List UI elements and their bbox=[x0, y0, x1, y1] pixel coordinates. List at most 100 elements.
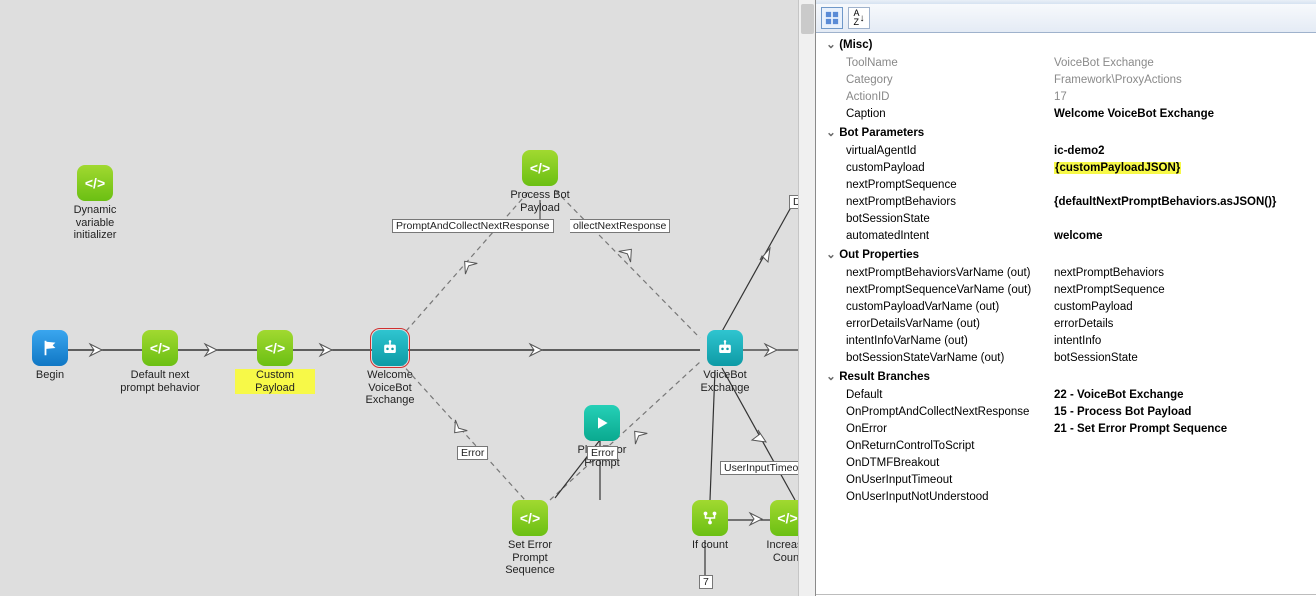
node-label: Dynamic variable initializer bbox=[55, 204, 135, 242]
property-value[interactable]: 22 - VoiceBot Exchange bbox=[1050, 387, 1314, 402]
property-row[interactable]: customPayload{customPayloadJSON} bbox=[818, 160, 1314, 175]
property-row[interactable]: customPayloadVarName (out)customPayload bbox=[818, 299, 1314, 314]
node-label: Process Bot Payload bbox=[500, 189, 580, 214]
property-key: errorDetailsVarName (out) bbox=[818, 316, 1048, 331]
node-label: Welcome VoiceBot Exchange bbox=[350, 369, 430, 407]
canvas-scrollbar[interactable] bbox=[798, 0, 815, 596]
property-row[interactable]: OnUserInputTimeout bbox=[818, 472, 1314, 487]
property-row[interactable]: CategoryFramework\ProxyActions bbox=[818, 72, 1314, 87]
property-row[interactable]: OnReturnControlToScript bbox=[818, 438, 1314, 453]
property-row[interactable]: OnUserInputNotUnderstood bbox=[818, 489, 1314, 504]
property-key: OnUserInputNotUnderstood bbox=[818, 489, 1048, 504]
bot-icon bbox=[707, 330, 743, 366]
node-label: Default next prompt behavior bbox=[120, 369, 200, 394]
scrollbar-thumb[interactable] bbox=[801, 4, 814, 34]
sort-categorized-button[interactable] bbox=[821, 7, 843, 29]
edge-label-error-2: Error bbox=[587, 446, 618, 460]
property-value[interactable] bbox=[1050, 489, 1314, 504]
property-key: OnPromptAndCollectNextResponse bbox=[818, 404, 1048, 419]
property-key: OnUserInputTimeout bbox=[818, 472, 1048, 487]
property-row[interactable]: OnError21 - Set Error Prompt Sequence bbox=[818, 421, 1314, 436]
property-key: OnReturnControlToScript bbox=[818, 438, 1048, 453]
property-row[interactable]: intentInfoVarName (out)intentInfo bbox=[818, 333, 1314, 348]
property-group-header[interactable]: ⌄ Out Properties bbox=[818, 245, 1314, 263]
property-row[interactable]: CaptionWelcome VoiceBot Exchange bbox=[818, 106, 1314, 121]
property-row[interactable]: botSessionState bbox=[818, 211, 1314, 226]
property-value[interactable]: botSessionState bbox=[1050, 350, 1314, 365]
property-key: nextPromptSequenceVarName (out) bbox=[818, 282, 1048, 297]
property-key: botSessionStateVarName (out) bbox=[818, 350, 1048, 365]
node-begin[interactable]: Begin bbox=[10, 330, 90, 382]
property-value[interactable]: VoiceBot Exchange bbox=[1050, 55, 1314, 70]
property-row[interactable]: Default22 - VoiceBot Exchange bbox=[818, 387, 1314, 402]
properties-panel: AZ↓ ⌄ (Misc) ToolNameVoiceBot Exchange Cat… bbox=[815, 0, 1316, 596]
property-key: customPayload bbox=[818, 160, 1048, 175]
node-default-next-prompt-behavior[interactable]: </> Default next prompt behavior bbox=[120, 330, 200, 394]
property-value[interactable]: errorDetails bbox=[1050, 316, 1314, 331]
property-value[interactable]: Framework\ProxyActions bbox=[1050, 72, 1314, 87]
property-row[interactable]: nextPromptSequenceVarName (out)nextPromp… bbox=[818, 282, 1314, 297]
property-row[interactable]: virtualAgentIdic-demo2 bbox=[818, 143, 1314, 158]
node-label: Custom Payload bbox=[235, 369, 315, 394]
property-value[interactable] bbox=[1050, 438, 1314, 453]
property-value[interactable] bbox=[1050, 455, 1314, 470]
play-icon bbox=[584, 405, 620, 441]
node-label: VoiceBot Exchange bbox=[685, 369, 765, 394]
property-row[interactable]: ToolNameVoiceBot Exchange bbox=[818, 55, 1314, 70]
node-welcome-voicebot-exchange[interactable]: Welcome VoiceBot Exchange bbox=[350, 330, 430, 407]
code-icon: </> bbox=[142, 330, 178, 366]
property-row[interactable]: nextPromptSequence bbox=[818, 177, 1314, 192]
property-row[interactable]: OnDTMFBreakout bbox=[818, 455, 1314, 470]
chevron-down-icon: ⌄ bbox=[826, 247, 836, 261]
node-set-error-prompt-sequence[interactable]: </> Set Error Prompt Sequence bbox=[490, 500, 570, 577]
node-label: Set Error Prompt Sequence bbox=[490, 539, 570, 577]
property-value[interactable]: 15 - Process Bot Payload bbox=[1050, 404, 1314, 419]
property-row[interactable]: OnPromptAndCollectNextResponse15 - Proce… bbox=[818, 404, 1314, 419]
property-value[interactable] bbox=[1050, 177, 1314, 192]
chevron-down-icon: ⌄ bbox=[826, 369, 836, 383]
node-process-bot-payload[interactable]: </> Process Bot Payload bbox=[500, 150, 580, 214]
flow-canvas[interactable]: Begin </> Dynamic variable initializer <… bbox=[0, 0, 815, 596]
property-value[interactable]: nextPromptBehaviors bbox=[1050, 265, 1314, 280]
chevron-down-icon: ⌄ bbox=[826, 125, 836, 139]
property-key: botSessionState bbox=[818, 211, 1048, 226]
property-key: intentInfoVarName (out) bbox=[818, 333, 1048, 348]
property-row[interactable]: nextPromptBehaviorsVarName (out)nextProm… bbox=[818, 265, 1314, 280]
property-value[interactable]: intentInfo bbox=[1050, 333, 1314, 348]
code-icon: </> bbox=[512, 500, 548, 536]
property-row[interactable]: errorDetailsVarName (out)errorDetails bbox=[818, 316, 1314, 331]
node-if-count[interactable]: If count bbox=[670, 500, 750, 552]
property-row[interactable]: nextPromptBehaviors{defaultNextPromptBeh… bbox=[818, 194, 1314, 209]
edge-label-collect-next: ollectNextResponse bbox=[570, 219, 670, 233]
property-value[interactable]: Welcome VoiceBot Exchange bbox=[1050, 106, 1314, 121]
node-voicebot-exchange[interactable]: VoiceBot Exchange bbox=[685, 330, 765, 394]
property-value[interactable]: nextPromptSequence bbox=[1050, 282, 1314, 297]
property-value[interactable]: 17 bbox=[1050, 89, 1314, 104]
property-value[interactable]: {defaultNextPromptBehaviors.asJSON()} bbox=[1050, 194, 1314, 209]
property-row[interactable]: ActionID17 bbox=[818, 89, 1314, 104]
property-value[interactable] bbox=[1050, 211, 1314, 226]
edge-label-user-input-timeout: UserInputTimeo bbox=[720, 461, 802, 475]
properties-grid-scroll[interactable]: ⌄ (Misc) ToolNameVoiceBot Exchange Categor… bbox=[816, 33, 1316, 595]
property-group-header[interactable]: ⌄ Bot Parameters bbox=[818, 123, 1314, 141]
property-value[interactable]: customPayload bbox=[1050, 299, 1314, 314]
property-key: customPayloadVarName (out) bbox=[818, 299, 1048, 314]
property-value[interactable]: welcome bbox=[1050, 228, 1314, 243]
property-row[interactable]: automatedIntentwelcome bbox=[818, 228, 1314, 243]
properties-toolbar: AZ↓ bbox=[816, 4, 1316, 33]
node-label: If count bbox=[670, 539, 750, 552]
code-icon: </> bbox=[522, 150, 558, 186]
property-key: nextPromptBehaviors bbox=[818, 194, 1048, 209]
property-group-header[interactable]: ⌄ (Misc) bbox=[818, 35, 1314, 53]
property-value[interactable]: 21 - Set Error Prompt Sequence bbox=[1050, 421, 1314, 436]
edge-label-prompt-collect: PromptAndCollectNextResponse bbox=[392, 219, 554, 233]
code-icon: </> bbox=[257, 330, 293, 366]
node-custom-payload[interactable]: </> Custom Payload bbox=[235, 330, 315, 396]
property-row[interactable]: botSessionStateVarName (out)botSessionSt… bbox=[818, 350, 1314, 365]
sort-alphabetical-button[interactable]: AZ↓ bbox=[848, 7, 870, 29]
property-group-header[interactable]: ⌄ Result Branches bbox=[818, 367, 1314, 385]
property-value[interactable] bbox=[1050, 472, 1314, 487]
property-value[interactable]: ic-demo2 bbox=[1050, 143, 1314, 158]
node-dynamic-variable-initializer[interactable]: </> Dynamic variable initializer bbox=[55, 165, 135, 242]
property-value[interactable]: {customPayloadJSON} bbox=[1050, 160, 1314, 175]
